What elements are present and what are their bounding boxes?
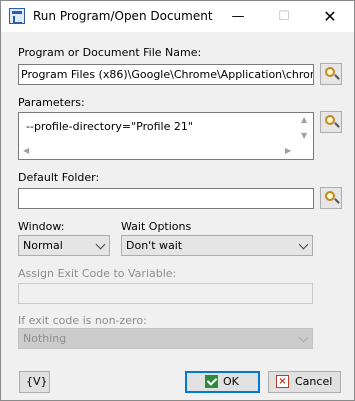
checkmark-icon: [205, 375, 218, 388]
minimize-button[interactable]: —: [215, 1, 261, 32]
window-select-value: Normal: [23, 239, 63, 252]
non-zero-select-value: Nothing: [23, 332, 67, 345]
x-icon: ×: [276, 375, 289, 388]
assign-exit-code-input: [18, 283, 313, 304]
chevron-down-icon: [298, 239, 309, 250]
browse-folder-button[interactable]: [320, 187, 342, 209]
vertical-scrollbar[interactable]: ▲ ▼: [297, 113, 313, 143]
wait-options-label: Wait Options: [121, 220, 192, 233]
window-title: Run Program/Open Document: [33, 9, 213, 23]
maximize-button: ☐: [278, 9, 290, 24]
chevron-down-icon: [95, 239, 106, 250]
variables-button-label: {V}: [26, 375, 48, 388]
cancel-button-label: Cancel: [295, 375, 333, 388]
scroll-left-icon[interactable]: ◀: [23, 146, 29, 155]
scroll-right-icon[interactable]: ▶: [285, 146, 291, 155]
window-label: Window:: [18, 220, 65, 233]
browse-program-button[interactable]: [320, 63, 342, 85]
parameters-label: Parameters:: [18, 96, 85, 109]
default-folder-label: Default Folder:: [18, 171, 100, 184]
non-zero-select: Nothing: [18, 328, 313, 349]
assign-exit-code-label: Assign Exit Code to Variable:: [18, 267, 177, 280]
program-value: Program Files (x86)\Google\Chrome\Applic…: [21, 68, 313, 81]
wait-options-value: Don't wait: [126, 239, 183, 252]
browse-parameters-button[interactable]: [320, 111, 342, 133]
parameters-value: --profile-directory="Profile 21": [26, 120, 193, 133]
ok-button-label: OK: [223, 375, 239, 388]
program-label: Program or Document File Name:: [18, 46, 202, 59]
program-input[interactable]: Program Files (x86)\Google\Chrome\Applic…: [18, 64, 314, 85]
scroll-up-icon[interactable]: ▲: [301, 115, 307, 124]
non-zero-label: If exit code is non-zero:: [18, 314, 147, 327]
scroll-down-icon[interactable]: ▼: [301, 131, 307, 140]
dialog-window: Run Program/Open Document — ☐ ✕ Program …: [0, 0, 355, 401]
default-folder-input[interactable]: [18, 188, 314, 209]
parameters-textarea[interactable]: --profile-directory="Profile 21" ▲ ▼ ◀ ▶: [18, 112, 314, 160]
cancel-button[interactable]: × Cancel: [268, 371, 341, 393]
app-icon: [9, 8, 25, 24]
window-select[interactable]: Normal: [18, 235, 110, 256]
title-bar: Run Program/Open Document — ☐ ✕: [1, 1, 354, 32]
horizontal-scrollbar[interactable]: ◀ ▶: [19, 143, 297, 159]
variables-button[interactable]: {V}: [19, 371, 50, 393]
chevron-down-icon: [298, 332, 309, 343]
ok-button[interactable]: OK: [185, 371, 260, 393]
close-button[interactable]: ✕: [307, 1, 353, 32]
wait-options-select[interactable]: Don't wait: [121, 235, 313, 256]
